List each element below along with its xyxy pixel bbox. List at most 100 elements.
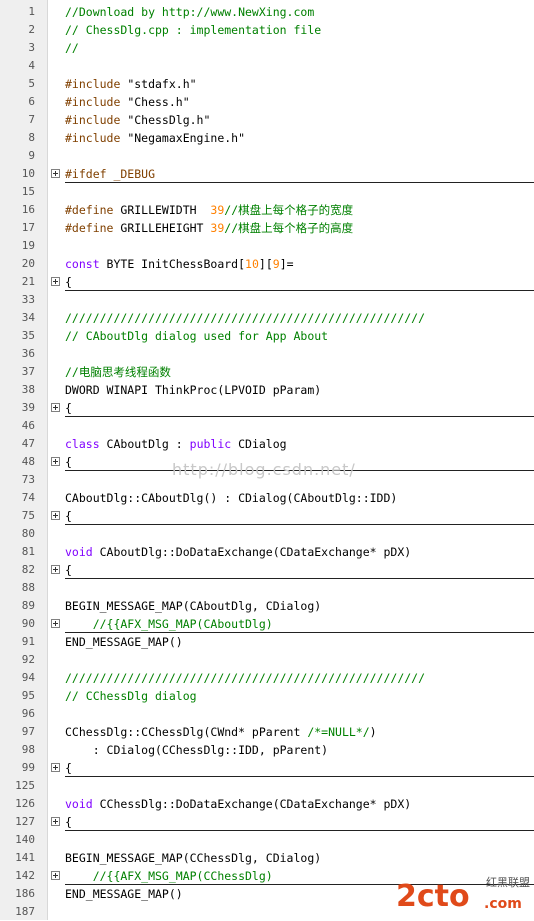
fold-expand-icon[interactable] <box>51 403 60 412</box>
code-line[interactable]: 98 : CDialog(CChessDlg::IDD, pParent) <box>0 741 534 759</box>
code-line[interactable]: 19 <box>0 237 534 255</box>
line-number: 98 <box>21 743 35 756</box>
code-text: // CChessDlg dialog <box>65 687 534 704</box>
line-number: 90 <box>21 617 35 630</box>
code-token: void <box>65 797 100 811</box>
code-token: ) <box>369 725 377 739</box>
code-line[interactable]: 88 <box>0 579 534 597</box>
code-line[interactable]: 140 <box>0 831 534 849</box>
code-text: // ChessDlg.cpp : implementation file <box>65 21 534 38</box>
code-line[interactable]: 17 #define GRILLEHEIGHT 39//棋盘上每个格子的高度 <box>0 219 534 237</box>
line-number: 125 <box>15 779 35 792</box>
fold-expand-icon[interactable] <box>51 565 60 574</box>
line-number: 47 <box>21 437 35 450</box>
code-token: public <box>189 437 239 451</box>
code-token: const <box>65 257 107 271</box>
code-line[interactable]: 9 <box>0 147 534 165</box>
code-token: { <box>65 815 72 829</box>
code-text: //{{AFX_MSG_MAP(CAboutDlg) <box>65 615 534 633</box>
code-line[interactable]: 10 #ifdef _DEBUG <box>0 165 534 183</box>
fold-expand-icon[interactable] <box>51 169 60 178</box>
code-text: // <box>65 39 534 56</box>
code-line[interactable]: 127 { <box>0 813 534 831</box>
fold-expand-icon[interactable] <box>51 511 60 520</box>
code-line[interactable]: 35 // CAboutDlg dialog used for App About <box>0 327 534 345</box>
code-line[interactable]: 97 CChessDlg::CChessDlg(CWnd* pParent /*=… <box>0 723 534 741</box>
code-token: CChessDlg::DoDataExchange(CDataExchange*… <box>99 797 412 811</box>
code-line[interactable]: 1 //Download by http://www.NewXing.com <box>0 3 534 21</box>
code-text: ////////////////////////////////////////… <box>65 669 534 686</box>
code-line[interactable]: 8 #include "NegamaxEngine.h" <box>0 129 534 147</box>
code-text: void CChessDlg::DoDataExchange(CDataExch… <box>65 795 534 812</box>
code-token: //棋盘上每个格子的高度 <box>224 221 354 235</box>
code-token: DWORD WINAPI ThinkProc(LPVOID pParam) <box>65 383 322 397</box>
code-token: /*=NULL*/ <box>307 725 370 739</box>
code-line[interactable]: 34 //////////////////////////////////////… <box>0 309 534 327</box>
code-text: CChessDlg::CChessDlg(CWnd* pParent /*=NU… <box>65 723 534 740</box>
code-line[interactable]: 47 class CAboutDlg : public CDialog <box>0 435 534 453</box>
code-line[interactable]: 74 CAboutDlg::CAboutDlg() : CDialog(CAbou… <box>0 489 534 507</box>
code-token: // CChessDlg dialog <box>65 689 197 703</box>
code-line[interactable]: 82 { <box>0 561 534 579</box>
code-line[interactable]: 33 <box>0 291 534 309</box>
code-line[interactable]: 4 <box>0 57 534 75</box>
code-line[interactable]: 36 <box>0 345 534 363</box>
code-editor[interactable]: 1 //Download by http://www.NewXing.com 2 //… <box>0 0 534 920</box>
code-line[interactable]: 15 <box>0 183 534 201</box>
code-token: //Download by http://www.NewXing.com <box>65 5 315 19</box>
code-token: { <box>65 563 72 577</box>
code-line[interactable]: 92 <box>0 651 534 669</box>
code-line[interactable]: 5 #include "stdafx.h" <box>0 75 534 93</box>
fold-expand-icon[interactable] <box>51 277 60 286</box>
code-line[interactable]: 126 void CChessDlg::DoDataExchange(CDataE… <box>0 795 534 813</box>
line-number: 6 <box>28 95 35 108</box>
code-line[interactable]: 20 const BYTE InitChessBoard[10][9]= <box>0 255 534 273</box>
code-line[interactable]: 141 BEGIN_MESSAGE_MAP(CChessDlg, CDialog) <box>0 849 534 867</box>
code-line[interactable]: 89 BEGIN_MESSAGE_MAP(CAboutDlg, CDialog) <box>0 597 534 615</box>
code-line[interactable]: 95 // CChessDlg dialog <box>0 687 534 705</box>
code-line[interactable]: 80 <box>0 525 534 543</box>
code-line[interactable]: 16 #define GRILLEWIDTH 39//棋盘上每个格子的宽度 <box>0 201 534 219</box>
fold-expand-icon[interactable] <box>51 457 60 466</box>
code-token: ][ <box>258 257 273 271</box>
code-line[interactable]: 94 //////////////////////////////////////… <box>0 669 534 687</box>
line-number: 81 <box>21 545 35 558</box>
code-line[interactable]: 99 { <box>0 759 534 777</box>
code-text: { <box>65 399 534 417</box>
code-token: CAboutDlg : <box>106 437 190 451</box>
code-line[interactable]: 37 //电脑思考线程函数 <box>0 363 534 381</box>
code-line[interactable]: 3 // <box>0 39 534 57</box>
code-line[interactable]: 81 void CAboutDlg::DoDataExchange(CDataEx… <box>0 543 534 561</box>
code-line[interactable]: 7 #include "ChessDlg.h" <box>0 111 534 129</box>
line-number: 35 <box>21 329 35 342</box>
code-line[interactable]: 21 { <box>0 273 534 291</box>
code-line[interactable]: 38 DWORD WINAPI ThinkProc(LPVOID pParam) <box>0 381 534 399</box>
code-text: { <box>65 507 534 525</box>
code-line[interactable]: 125 <box>0 777 534 795</box>
code-text: DWORD WINAPI ThinkProc(LPVOID pParam) <box>65 381 534 398</box>
code-line[interactable]: 46 <box>0 417 534 435</box>
code-line[interactable]: 96 <box>0 705 534 723</box>
fold-expand-icon[interactable] <box>51 871 60 880</box>
fold-expand-icon[interactable] <box>51 817 60 826</box>
code-token: "Chess.h" <box>127 95 190 109</box>
code-line[interactable]: 90 //{{AFX_MSG_MAP(CAboutDlg) <box>0 615 534 633</box>
line-number: 80 <box>21 527 35 540</box>
fold-expand-icon[interactable] <box>51 619 60 628</box>
code-line[interactable]: 2 // ChessDlg.cpp : implementation file <box>0 21 534 39</box>
line-number: 82 <box>21 563 35 576</box>
code-token: class <box>65 437 107 451</box>
line-number: 38 <box>21 383 35 396</box>
code-line[interactable]: 39 { <box>0 399 534 417</box>
code-line[interactable]: 91 END_MESSAGE_MAP() <box>0 633 534 651</box>
line-number: 74 <box>21 491 35 504</box>
line-number: 187 <box>15 905 35 918</box>
code-token: CAboutDlg::DoDataExchange(CDataExchange*… <box>99 545 412 559</box>
code-line[interactable]: 6 #include "Chess.h" <box>0 93 534 111</box>
fold-expand-icon[interactable] <box>51 763 60 772</box>
code-line[interactable]: 75 { <box>0 507 534 525</box>
